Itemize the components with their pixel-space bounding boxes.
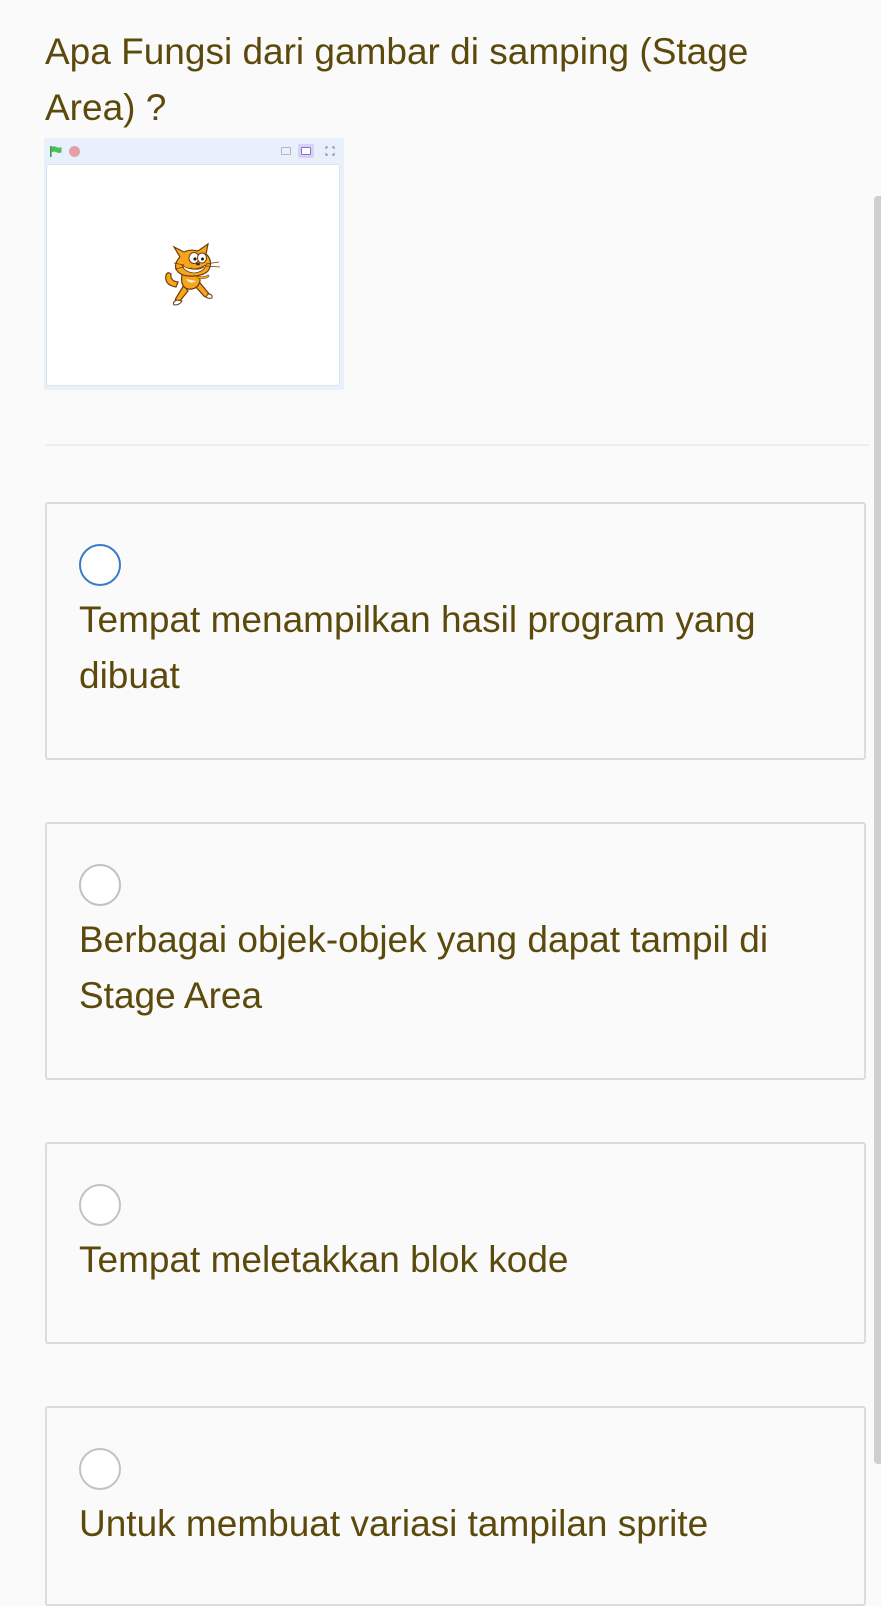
radio-button-3[interactable] [79, 1184, 121, 1226]
scratch-cat-sprite [165, 242, 221, 306]
answer-option-label: Berbagai objek-objek yang dapat tampil d… [79, 919, 769, 1016]
fullscreen-icon [322, 144, 338, 158]
answer-option-label: Untuk membuat variasi tampilan sprite [79, 1503, 709, 1544]
stage-canvas [46, 164, 340, 386]
radio-button-2[interactable] [79, 864, 121, 906]
stage-header [44, 138, 344, 164]
divider [45, 444, 869, 446]
answer-option-1[interactable]: Tempat menampilkan hasil program yang di… [45, 502, 866, 760]
scrollbar[interactable] [874, 196, 881, 1464]
answer-option-label: Tempat menampilkan hasil program yang di… [79, 599, 756, 696]
small-stage-button [278, 144, 294, 158]
radio-button-4[interactable] [79, 1448, 121, 1490]
stage-area-image [44, 138, 344, 390]
radio-button-1[interactable] [79, 544, 121, 586]
answer-option-label: Tempat meletakkan blok kode [79, 1239, 569, 1280]
answer-option-2[interactable]: Berbagai objek-objek yang dapat tampil d… [45, 822, 866, 1080]
normal-stage-button [298, 144, 314, 158]
stop-icon [69, 146, 80, 157]
answer-option-3[interactable]: Tempat meletakkan blok kode [45, 1142, 866, 1344]
green-flag-icon [50, 146, 62, 157]
answer-option-4[interactable]: Untuk membuat variasi tampilan sprite [45, 1406, 866, 1606]
question-text: Apa Fungsi dari gambar di samping (Stage… [45, 31, 749, 128]
